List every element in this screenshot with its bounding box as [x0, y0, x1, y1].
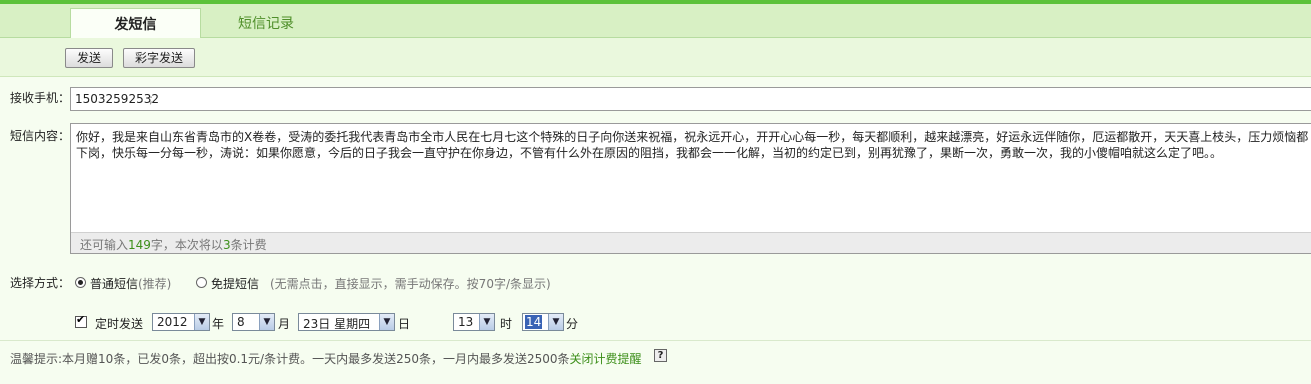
normal-sms-note: (推荐): [138, 277, 172, 291]
chevron-down-icon: ▼: [548, 314, 563, 330]
recipient-input[interactable]: 15032592532 ;: [70, 87, 1311, 111]
schedule-checkbox[interactable]: ✔: [75, 313, 87, 328]
send-button[interactable]: 发送: [65, 48, 113, 68]
day-select[interactable]: 23日 星期四 ▼: [298, 313, 395, 331]
help-icon[interactable]: ?: [654, 349, 667, 362]
recipient-label: 接收手机：: [10, 91, 71, 105]
year-unit: 年: [212, 317, 225, 331]
chevron-down-icon: ▼: [479, 314, 494, 330]
minute-unit: 分: [566, 317, 579, 331]
toolbar: 发送 彩字发送: [0, 38, 1311, 76]
chevron-down-icon: ▼: [379, 314, 394, 330]
billing-tip-text: 温馨提示:本月赠10条，已发0条，超出按0.1元/条计费。一天内最多发送250条…: [10, 352, 570, 366]
month-unit: 月: [278, 317, 291, 331]
day-unit: 日: [398, 317, 411, 331]
minute-select[interactable]: 14 ▼: [522, 313, 564, 331]
minute-value: 14: [525, 315, 543, 329]
message-counter: 还可输入149字，本次将以3条计费: [80, 236, 267, 253]
chevron-down-icon: ▼: [259, 314, 274, 330]
year-value: 2012: [157, 315, 188, 329]
flash-sms-label[interactable]: 免提短信: [211, 275, 259, 292]
chevron-down-icon: ▼: [194, 314, 209, 330]
sms-count: 3: [222, 238, 231, 252]
normal-sms-label[interactable]: 普通短信: [90, 275, 138, 292]
check-icon: ✔: [76, 313, 86, 326]
color-send-button[interactable]: 彩字发送: [123, 48, 195, 68]
counter-suffix: 条计费: [230, 238, 267, 252]
message-label: 短信内容：: [10, 129, 71, 143]
recipient-value: 15032592532: [75, 92, 159, 106]
hour-value: 13: [458, 315, 474, 329]
month-value: 8: [237, 315, 245, 329]
month-select[interactable]: 8 ▼: [232, 313, 275, 331]
counter-mid: 字，本次将以: [150, 238, 223, 252]
tab-bar: 发短信 短信记录: [0, 0, 1311, 42]
counter-prefix: 还可输入: [80, 238, 129, 252]
schedule-label: 定时发送: [95, 317, 144, 331]
billing-tip: 温馨提示:本月赠10条，已发0条，超出按0.1元/条计费。一天内最多发送250条…: [10, 350, 642, 367]
message-counter-bar: 还可输入149字，本次将以3条计费: [71, 232, 1311, 253]
footer-divider: [0, 340, 1311, 341]
day-value: 23日 星期四: [303, 317, 371, 331]
message-textarea[interactable]: 你好，我是来自山东省青岛市的X卷卷，受涛的委托我代表青岛市全市人民在七月七这个特…: [70, 123, 1311, 254]
method-label: 选择方式：: [10, 276, 71, 290]
tab-send-sms[interactable]: 发短信: [70, 8, 201, 42]
hour-select[interactable]: 13 ▼: [453, 313, 495, 331]
message-text: 你好，我是来自山东省青岛市的X卷卷，受涛的委托我代表青岛市全市人民在七月七这个特…: [76, 130, 1309, 160]
radio-normal-sms[interactable]: [75, 277, 86, 288]
recipient-separator: ;: [149, 92, 154, 106]
year-select[interactable]: 2012 ▼: [152, 313, 210, 331]
remaining-count: 149: [128, 238, 151, 252]
hour-unit: 时: [500, 317, 513, 331]
tab-sms-history[interactable]: 短信记录: [236, 8, 296, 42]
flash-sms-note: (无需点击，直接显示，需手动保存。按70字/条显示): [270, 277, 551, 291]
radio-flash-sms[interactable]: [196, 277, 207, 288]
toolbar-divider: [0, 76, 1311, 77]
close-billing-reminder-link[interactable]: 关闭计费提醒: [570, 352, 642, 366]
